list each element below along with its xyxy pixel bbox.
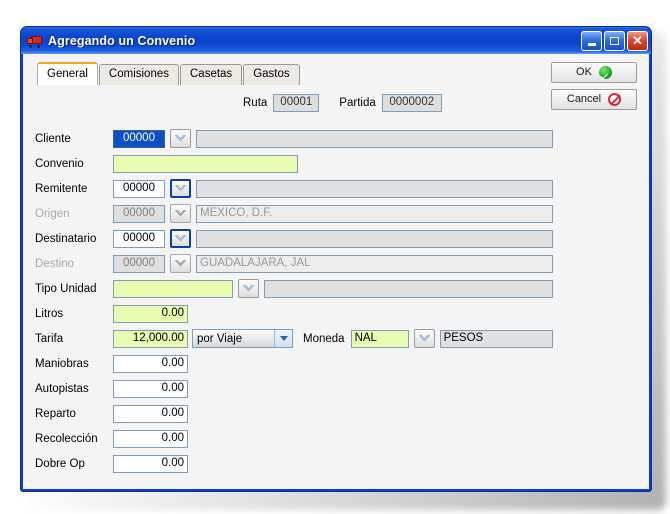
- destino-label: Destino: [35, 257, 74, 270]
- row-autopistas: Autopistas 0.00: [35, 376, 649, 401]
- moneda-lookup-button[interactable]: [413, 329, 435, 348]
- row-reparto: Reparto 0.00: [35, 401, 649, 426]
- maximize-icon: [610, 36, 619, 45]
- row-convenio: Convenio: [35, 151, 649, 176]
- dialog-window: Agregando un Convenio ✕ General Comision…: [20, 26, 652, 492]
- dobre-op-input[interactable]: 0.00: [113, 454, 188, 473]
- row-cliente: Cliente 00000: [35, 126, 649, 151]
- chevron-down-icon: [175, 235, 186, 242]
- cliente-label: Cliente: [35, 132, 71, 145]
- tarifa-input[interactable]: 12,000.00: [113, 329, 188, 348]
- maximize-button[interactable]: [604, 30, 625, 51]
- remitente-description[interactable]: [196, 179, 553, 198]
- tarifa-unit-select[interactable]: por Viaje: [192, 329, 293, 348]
- tarifa-label: Tarifa: [35, 332, 64, 345]
- row-dobre-op: Dobre Op 0.00: [35, 451, 649, 476]
- destinatario-code-input[interactable]: 00000: [113, 229, 165, 248]
- row-tarifa: Tarifa 12,000.00 por Viaje Moneda NAL PE…: [35, 326, 649, 351]
- row-litros: Litros 0.00: [35, 301, 649, 326]
- ruta-label: Ruta: [243, 97, 268, 109]
- cliente-code-input[interactable]: 00000: [113, 129, 165, 148]
- destino-code: 00000: [113, 254, 165, 273]
- cliente-description[interactable]: [196, 129, 553, 148]
- general-form: Cliente 00000 Convenio Remitente 00000 O…: [23, 126, 649, 476]
- destinatario-label: Destinatario: [35, 232, 97, 245]
- reparto-input[interactable]: 0.00: [113, 404, 188, 423]
- remitente-label: Remitente: [35, 182, 88, 195]
- chevron-down-icon: [274, 330, 292, 347]
- tipo-unidad-label: Tipo Unidad: [35, 282, 97, 295]
- destino-description: GUADALAJARA, JAL: [196, 254, 553, 273]
- tab-strip: General Comisiones Casetas Gastos: [37, 62, 301, 85]
- truck-icon: [27, 33, 43, 49]
- tab-general[interactable]: General: [37, 62, 98, 85]
- origen-lookup-button: [170, 204, 191, 223]
- header-field-row: Ruta 00001 Partida 0000002: [23, 94, 649, 112]
- tab-gastos[interactable]: Gastos: [243, 64, 300, 85]
- chevron-down-icon: [243, 285, 254, 292]
- litros-input[interactable]: 0.00: [113, 304, 188, 323]
- row-destino: Destino 00000 GUADALAJARA, JAL: [35, 251, 649, 276]
- reparto-label: Reparto: [35, 407, 76, 420]
- maniobras-label: Maniobras: [35, 357, 89, 370]
- partida-value[interactable]: 0000002: [381, 94, 442, 112]
- remitente-lookup-button[interactable]: [170, 179, 191, 198]
- tarifa-unit-value: por Viaje: [197, 332, 243, 345]
- row-tipo-unidad: Tipo Unidad: [35, 276, 649, 301]
- convenio-input[interactable]: [113, 154, 298, 173]
- tipo-unidad-lookup-button[interactable]: [238, 279, 259, 298]
- autopistas-input[interactable]: 0.00: [113, 379, 188, 398]
- minimize-button[interactable]: [581, 30, 602, 51]
- destino-lookup-button: [170, 254, 191, 273]
- moneda-description[interactable]: PESOS: [439, 329, 553, 348]
- tab-casetas[interactable]: Casetas: [180, 64, 243, 85]
- convenio-label: Convenio: [35, 157, 84, 170]
- chevron-down-icon: [175, 135, 186, 142]
- origen-label: Origen: [35, 207, 70, 220]
- ruta-value[interactable]: 00001: [273, 94, 320, 112]
- dialog-client-area: General Comisiones Casetas Gastos OK Can…: [23, 54, 649, 489]
- cliente-lookup-button[interactable]: [170, 129, 191, 148]
- tipo-unidad-description[interactable]: [264, 279, 553, 298]
- chevron-down-icon: [175, 185, 186, 192]
- chevron-down-icon: [175, 210, 186, 217]
- destinatario-lookup-button[interactable]: [170, 229, 191, 248]
- row-origen: Origen 00000 MEXICO, D.F.: [35, 201, 649, 226]
- destinatario-description[interactable]: [196, 229, 553, 248]
- row-destinatario: Destinatario 00000: [35, 226, 649, 251]
- ok-button[interactable]: OK: [551, 62, 637, 83]
- ok-button-label: OK: [576, 66, 592, 78]
- window-controls: ✕: [581, 30, 648, 51]
- row-recoleccion: Recolección 0.00: [35, 426, 649, 451]
- partida-label: Partida: [339, 97, 376, 109]
- check-circle-icon: [598, 66, 612, 79]
- chevron-down-icon: [418, 335, 430, 342]
- close-icon: ✕: [632, 33, 643, 48]
- origen-code: 00000: [113, 204, 165, 223]
- moneda-label: Moneda: [303, 332, 345, 345]
- origen-description: MEXICO, D.F.: [196, 204, 553, 223]
- remitente-code-input[interactable]: 00000: [113, 179, 165, 198]
- tab-comisiones[interactable]: Comisiones: [98, 64, 179, 85]
- title-bar[interactable]: Agregando un Convenio ✕: [21, 27, 651, 54]
- window-title: Agregando un Convenio: [48, 33, 196, 48]
- autopistas-label: Autopistas: [35, 382, 89, 395]
- minimize-icon: [587, 42, 596, 46]
- recoleccion-label: Recolección: [35, 432, 98, 445]
- tipo-unidad-input[interactable]: [113, 279, 233, 298]
- row-remitente: Remitente 00000: [35, 176, 649, 201]
- moneda-code-input[interactable]: NAL: [350, 329, 409, 348]
- close-button[interactable]: ✕: [627, 30, 648, 51]
- maniobras-input[interactable]: 0.00: [113, 354, 188, 373]
- row-maniobras: Maniobras 0.00: [35, 351, 649, 376]
- dobre-op-label: Dobre Op: [35, 457, 85, 470]
- recoleccion-input[interactable]: 0.00: [113, 429, 188, 448]
- litros-label: Litros: [35, 307, 64, 320]
- chevron-down-icon: [175, 260, 186, 267]
